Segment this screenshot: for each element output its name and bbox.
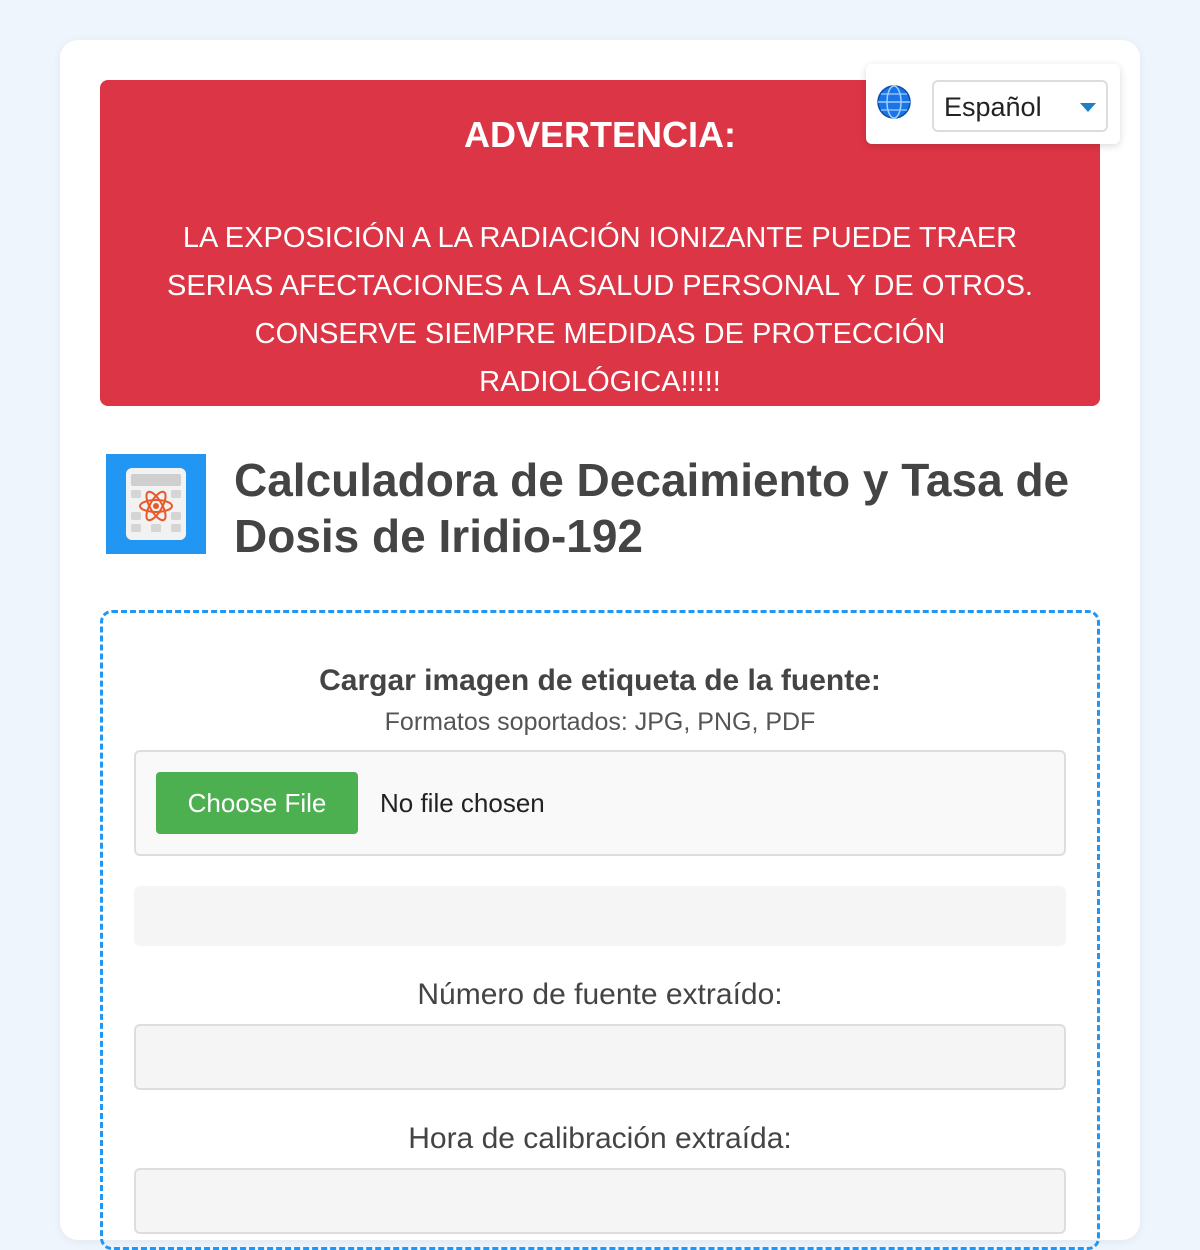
upload-label: Cargar imagen de etiqueta de la fuente: xyxy=(319,664,881,697)
choose-file-button[interactable]: Choose File xyxy=(156,772,358,834)
upload-formats: Formatos soportados: JPG, PNG, PDF xyxy=(384,708,816,736)
image-preview-area xyxy=(134,886,1066,946)
calculator-atom-icon xyxy=(106,454,206,554)
warning-body: LA EXPOSICIÓN A LA RADIACIÓN IONIZANTE P… xyxy=(167,222,1033,398)
language-select[interactable]: Español xyxy=(932,80,1108,132)
file-status: No file chosen xyxy=(380,788,545,818)
calibration-time-label: Hora de calibración extraída: xyxy=(408,1122,792,1155)
page-title: Calculadora de Decaimiento y Tasa de Dos… xyxy=(234,454,1070,562)
calibration-time-field[interactable] xyxy=(134,1168,1066,1234)
source-number-label: Número de fuente extraído: xyxy=(417,978,783,1011)
language-switcher: Español xyxy=(866,64,1120,144)
chevron-down-icon xyxy=(1080,103,1096,112)
source-number-field[interactable] xyxy=(134,1024,1066,1090)
language-selected: Español xyxy=(944,92,1042,122)
globe-icon xyxy=(877,85,911,119)
file-input[interactable]: Choose File No file chosen xyxy=(134,750,1066,856)
